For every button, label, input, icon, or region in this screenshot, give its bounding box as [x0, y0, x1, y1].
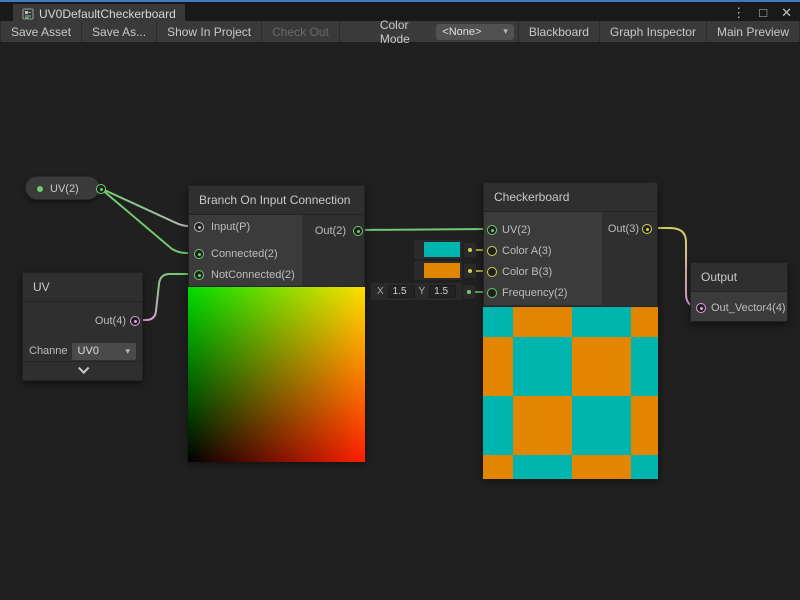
- cb-out-label: Out(3): [608, 223, 639, 235]
- graph-inspector-toggle[interactable]: Graph Inspector: [600, 21, 707, 42]
- chevron-down-icon: ▾: [125, 346, 130, 357]
- branch-input-p-port[interactable]: [194, 222, 204, 232]
- cb-out-port[interactable]: [642, 224, 652, 234]
- color-b-connector-icon: [464, 264, 476, 278]
- output-node[interactable]: Output Out_Vector4(4): [690, 262, 788, 322]
- uv-node-title: UV: [23, 273, 142, 302]
- collapse-chevron-icon: [78, 363, 89, 374]
- checkerboard-preview: [483, 306, 658, 479]
- checkerboard-node-title: Checkerboard: [484, 183, 657, 212]
- color-mode-value: <None>: [442, 26, 481, 38]
- save-asset-button[interactable]: Save Asset: [0, 21, 82, 42]
- cb-frequency-label: Frequency(2): [502, 287, 567, 299]
- frequency-connector-icon: [463, 285, 475, 299]
- exposed-dot-icon: [37, 186, 43, 192]
- branch-out-port[interactable]: [353, 226, 363, 236]
- branch-notconnected-label: NotConnected(2): [211, 269, 295, 281]
- uv-out-port[interactable]: [130, 316, 140, 326]
- checkerboard-node[interactable]: Checkerboard UV(2) Color A(3) Color B(3)…: [483, 182, 658, 478]
- cb-uv-label: UV(2): [502, 224, 531, 236]
- close-icon[interactable]: ✕: [781, 6, 792, 19]
- color-a-widget: [414, 240, 462, 259]
- branch-node[interactable]: Branch On Input Connection Input(P) Conn…: [188, 185, 365, 461]
- edge-uvnode-to-notconnected[interactable]: [134, 274, 196, 320]
- color-a-swatch[interactable]: [424, 242, 460, 257]
- show-in-project-button[interactable]: Show In Project: [157, 21, 262, 42]
- color-mode-dropdown[interactable]: <None> ▾: [436, 24, 514, 40]
- branch-node-title: Branch On Input Connection: [189, 186, 364, 215]
- maximize-icon[interactable]: □: [759, 6, 767, 19]
- tab-title: UV0DefaultCheckerboard: [39, 7, 176, 21]
- uv-property-label: UV(2): [50, 183, 79, 195]
- graph-canvas[interactable]: UV(2) Branch On Input Connection Input(P…: [0, 43, 800, 600]
- color-mode-label: Color Mode: [366, 21, 436, 42]
- uv-node[interactable]: UV Out(4) Channe UV0 ▾: [22, 272, 143, 381]
- blackboard-toggle[interactable]: Blackboard: [518, 21, 600, 42]
- output-vector4-port[interactable]: [696, 303, 706, 313]
- uv-property-node[interactable]: UV(2): [25, 176, 100, 200]
- frequency-y-label: Y: [419, 286, 426, 297]
- frequency-y-field[interactable]: 1.5: [429, 285, 456, 298]
- branch-input-p-label: Input(P): [211, 221, 250, 233]
- cb-color-a-label: Color A(3): [502, 245, 552, 257]
- edge-uvprop-to-input[interactable]: [100, 188, 196, 226]
- shader-graph-icon: [22, 8, 34, 20]
- branch-notconnected-port[interactable]: [194, 270, 204, 280]
- color-b-swatch[interactable]: [424, 263, 460, 278]
- uv-out-label: Out(4): [95, 315, 126, 327]
- channel-value: UV0: [78, 345, 99, 357]
- branch-uv-preview: [188, 286, 365, 462]
- graph-toolbar: Save Asset Save As... Show In Project Ch…: [0, 21, 800, 43]
- uv-property-out-port[interactable]: [96, 184, 106, 194]
- color-b-widget: [414, 261, 462, 280]
- branch-connected-label: Connected(2): [211, 248, 278, 260]
- save-as-button[interactable]: Save As...: [82, 21, 157, 42]
- cb-color-b-label: Color B(3): [502, 266, 552, 278]
- main-preview-toggle[interactable]: Main Preview: [707, 21, 800, 42]
- output-vector4-label: Out_Vector4(4): [711, 302, 786, 314]
- frequency-x-field[interactable]: 1.5: [388, 285, 415, 298]
- collapse-button[interactable]: [23, 361, 142, 380]
- cb-color-a-port[interactable]: [487, 246, 497, 256]
- check-out-button: Check Out: [262, 21, 340, 42]
- output-node-title: Output: [691, 263, 787, 292]
- cb-frequency-port[interactable]: [487, 288, 497, 298]
- channel-dropdown[interactable]: UV0 ▾: [72, 343, 136, 360]
- branch-connected-port[interactable]: [194, 249, 204, 259]
- cb-color-b-port[interactable]: [487, 267, 497, 277]
- color-a-connector-icon: [464, 243, 476, 257]
- chevron-down-icon: ▾: [503, 26, 508, 37]
- branch-out-label: Out(2): [315, 225, 346, 237]
- frequency-x-label: X: [377, 286, 384, 297]
- edge-branch-to-checkerboard[interactable]: [357, 229, 488, 230]
- window-menu-icon[interactable]: ⋮: [732, 6, 745, 19]
- frequency-widget: X 1.5 Y 1.5: [371, 283, 462, 300]
- cb-uv-port[interactable]: [487, 225, 497, 235]
- edge-uvprop-to-connected[interactable]: [100, 188, 196, 253]
- channel-label: Channe: [29, 345, 68, 357]
